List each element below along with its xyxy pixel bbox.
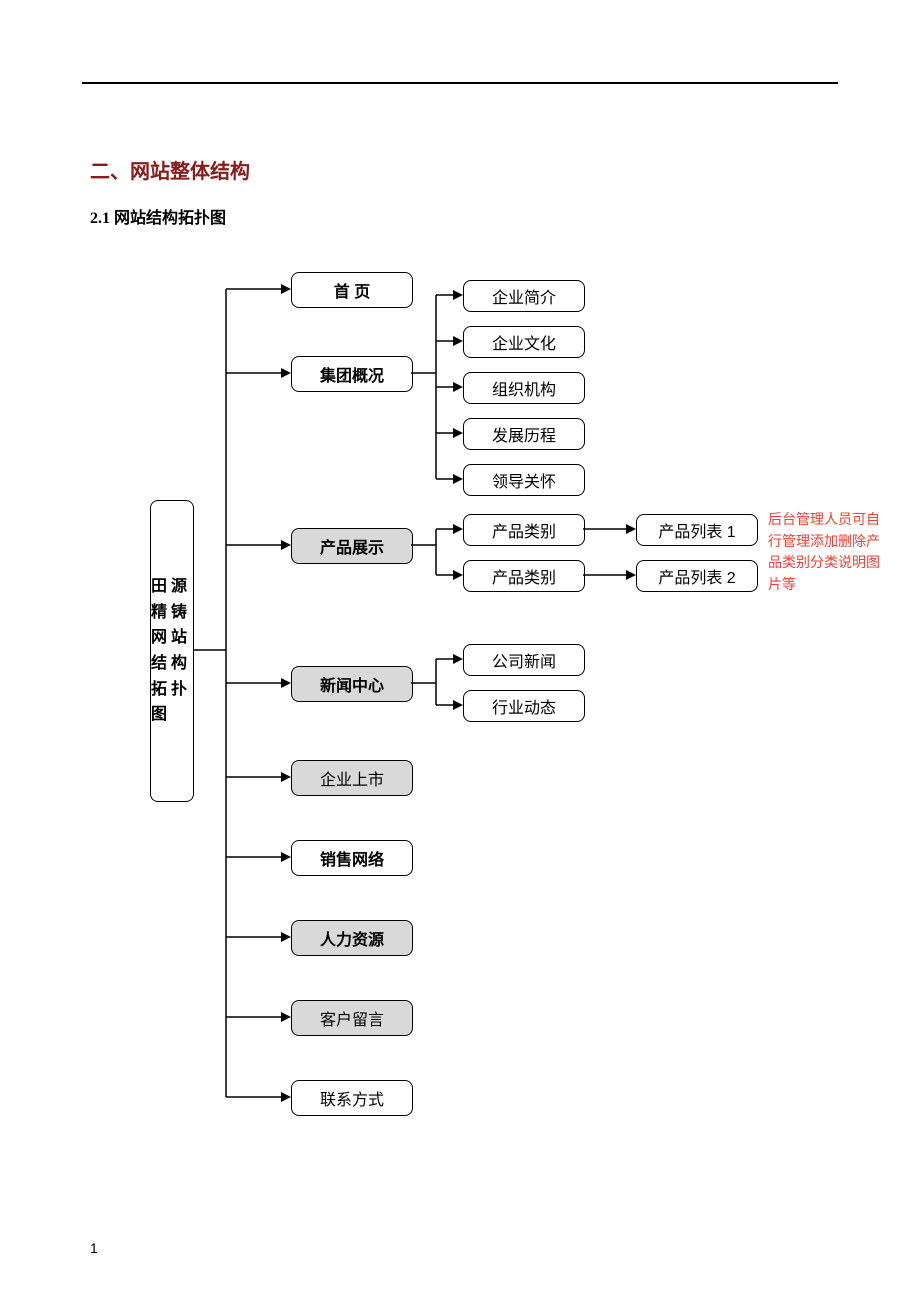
section-title: 二、网站整体结构 bbox=[90, 155, 250, 184]
page-top-rule bbox=[82, 82, 838, 84]
connectors bbox=[0, 260, 920, 1130]
section-subtitle: 2.1 网站结构拓扑图 bbox=[90, 204, 226, 228]
page-number: 1 bbox=[90, 1240, 98, 1256]
topology-diagram: 田源精铸网站结构拓扑图 首 页 集团概况 产品展示 新闻中心 企业上市 销售网络… bbox=[0, 260, 920, 1130]
